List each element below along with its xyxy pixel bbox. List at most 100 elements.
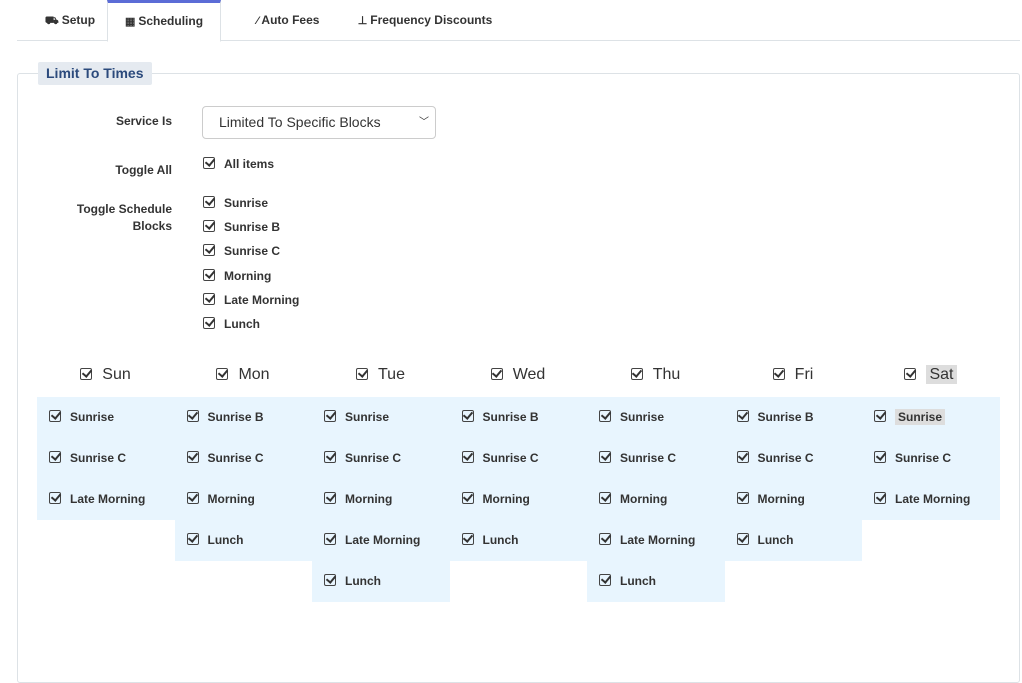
day-block-checkbox[interactable]: Sunrise C	[175, 438, 313, 479]
checkbox-checked-icon	[324, 533, 336, 545]
tab-bar: ⛟ Setup ▦ Scheduling ⁄ Auto Fees ⊥ Frequency…	[17, 0, 1020, 42]
toggle-block-checkbox[interactable]: Sunrise	[203, 195, 268, 211]
tab-scheduling[interactable]: ▦ Scheduling	[107, 0, 221, 42]
checkbox-checked-icon	[186, 533, 199, 545]
day-column-thu: Sunrise Sunrise C Morning Late Morning Lunch	[587, 397, 725, 602]
checkbox-checked-icon	[461, 451, 474, 463]
checkbox-checked-icon	[461, 533, 474, 545]
day-block-checkbox[interactable]: Sunrise C	[587, 438, 725, 479]
day-block-checkbox[interactable]: Sunrise B	[450, 397, 588, 438]
day-toggle-thu[interactable]: Thu	[587, 366, 724, 384]
day-block-checkbox[interactable]: Sunrise C	[450, 438, 588, 479]
day-block-checkbox[interactable]: Sunrise	[37, 397, 175, 438]
checkbox-checked-icon	[874, 451, 886, 463]
checkbox-checked-icon	[203, 157, 215, 169]
day-block-checkbox[interactable]: Lunch	[175, 520, 313, 561]
day-block-checkbox[interactable]: Late Morning	[37, 479, 175, 520]
day-block-checkbox[interactable]: Sunrise C	[312, 438, 450, 479]
day-toggle-wed[interactable]: Wed	[450, 366, 587, 384]
checkbox-checked-icon	[630, 368, 643, 380]
checkbox-checked-icon	[49, 492, 61, 504]
checkbox-checked-icon	[49, 451, 61, 463]
checkbox-checked-icon	[874, 410, 886, 422]
checkbox-checked-icon	[736, 492, 749, 504]
checkbox-checked-icon	[599, 451, 611, 463]
checkbox-checked-icon	[80, 368, 93, 380]
day-block-checkbox[interactable]: Lunch	[725, 520, 863, 561]
day-toggle-fri[interactable]: Fri	[725, 366, 862, 384]
toggle-block-checkbox[interactable]: Late Morning	[203, 292, 299, 308]
day-column-sat: Sunrise Sunrise C Late Morning	[862, 397, 1000, 520]
checkbox-checked-icon	[736, 451, 749, 463]
day-block-checkbox[interactable]: Late Morning	[862, 479, 1000, 520]
checkbox-checked-icon	[356, 368, 368, 380]
checkbox-checked-icon	[324, 492, 336, 504]
day-block-checkbox[interactable]: Lunch	[587, 561, 725, 602]
toggle-blocks-label: Toggle Schedule Blocks	[76, 202, 172, 233]
day-block-checkbox[interactable]: Sunrise C	[725, 438, 863, 479]
toggle-all-label: Toggle All	[115, 163, 172, 177]
toggle-block-checkbox[interactable]: Sunrise C	[203, 243, 280, 259]
toggle-block-checkbox[interactable]: Lunch	[203, 316, 260, 332]
road-icon: ⛟	[44, 15, 59, 27]
day-block-checkbox[interactable]: Late Morning	[312, 520, 450, 561]
toggle-block-checkbox[interactable]: Morning	[203, 268, 271, 284]
day-column-fri: Sunrise B Sunrise C Morning Lunch	[724, 397, 863, 561]
day-block-checkbox[interactable]: Late Morning	[587, 520, 725, 561]
day-block-checkbox[interactable]: Sunrise C	[37, 438, 175, 479]
checkbox-checked-icon	[874, 492, 886, 504]
day-block-checkbox[interactable]: Sunrise B	[175, 397, 313, 438]
toggle-all-checkbox[interactable]: All items	[203, 156, 274, 172]
day-block-checkbox[interactable]: Sunrise	[587, 397, 725, 438]
checkbox-checked-icon	[203, 268, 215, 281]
day-block-checkbox[interactable]: Sunrise	[862, 397, 1000, 438]
fieldset-legend: Limit To Times	[38, 62, 152, 85]
day-block-checkbox[interactable]: Lunch	[312, 561, 450, 602]
service-is-label: Service Is	[115, 114, 172, 128]
checkbox-checked-icon	[324, 574, 336, 586]
day-block-checkbox[interactable]: Morning	[725, 479, 863, 520]
checkbox-checked-icon	[324, 410, 336, 422]
day-block-checkbox[interactable]: Morning	[450, 479, 588, 520]
checkbox-checked-icon	[216, 368, 229, 380]
checkbox-checked-icon	[599, 574, 611, 586]
day-block-checkbox[interactable]: Sunrise C	[862, 438, 1000, 479]
day-block-checkbox[interactable]: Morning	[587, 479, 725, 520]
toggle-block-checkbox[interactable]: Sunrise B	[203, 219, 280, 235]
checkbox-checked-icon	[186, 492, 199, 504]
service-is-select[interactable]: Limited To Specific Blocks ﹀	[202, 106, 436, 139]
day-toggle-mon[interactable]: Mon	[175, 366, 312, 384]
checkbox-checked-icon	[772, 368, 785, 380]
day-block-checkbox[interactable]: Morning	[175, 479, 313, 520]
checkbox-checked-icon	[203, 317, 215, 329]
calendar-icon: ▦	[124, 16, 136, 28]
tab-setup[interactable]: ⛟ Setup	[35, 0, 105, 41]
checkbox-checked-icon	[736, 410, 749, 422]
tab-auto-fees[interactable]: ⁄ Auto Fees	[233, 0, 343, 41]
checkbox-checked-icon	[203, 292, 215, 305]
day-toggle-sat[interactable]: Sat	[862, 365, 999, 384]
day-column-mon: Sunrise B Sunrise C Morning Lunch	[174, 397, 313, 561]
chevron-down-icon: ﹀	[419, 117, 429, 128]
checkbox-checked-icon	[49, 410, 61, 422]
day-column-sun: Sunrise Sunrise C Late Morning	[37, 397, 175, 520]
day-toggle-sun[interactable]: Sun	[37, 366, 174, 384]
day-toggle-tue[interactable]: Tue	[312, 366, 449, 384]
day-column-wed: Sunrise B Sunrise C Morning Lunch	[449, 397, 588, 561]
checkbox-checked-icon	[203, 244, 215, 257]
day-column-tue: Sunrise Sunrise C Morning Late Morning Lunch	[312, 397, 450, 602]
tab-frequency-discounts[interactable]: ⊥ Frequency Discounts	[345, 0, 505, 41]
magic-wand-icon: ⁄	[256, 15, 259, 27]
checkbox-checked-icon	[736, 533, 749, 545]
checkbox-checked-icon	[186, 451, 199, 463]
day-block-checkbox[interactable]: Lunch	[450, 520, 588, 561]
checkbox-checked-icon	[599, 492, 611, 504]
checkbox-checked-icon	[461, 410, 474, 422]
day-block-checkbox[interactable]: Sunrise B	[725, 397, 863, 438]
checkbox-checked-icon	[904, 368, 917, 380]
day-block-checkbox[interactable]: Sunrise	[312, 397, 450, 438]
day-block-checkbox[interactable]: Morning	[312, 479, 450, 520]
checkbox-checked-icon	[599, 533, 611, 545]
checkbox-checked-icon	[203, 196, 215, 208]
sitemap-icon: ⊥	[357, 15, 368, 27]
